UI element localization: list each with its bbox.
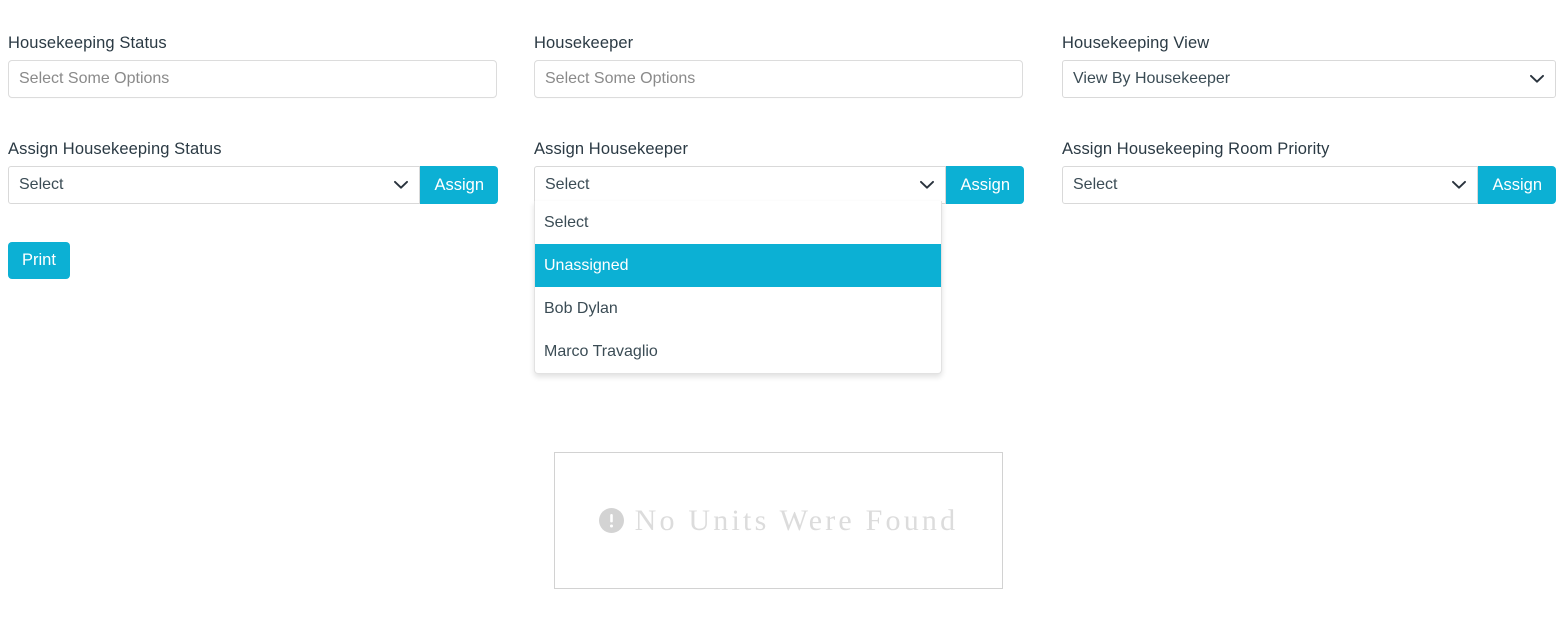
- assign-housekeeping-status-button[interactable]: Assign: [420, 166, 498, 204]
- assign-housekeeper-dropdown[interactable]: Select Unassigned Bob Dylan Marco Travag…: [534, 201, 942, 374]
- assign-housekeeping-status-field: Assign Housekeeping Status Select Assign: [8, 139, 498, 204]
- no-units-found-panel: No Units Were Found: [554, 452, 1003, 589]
- assign-housekeeper-field: Assign Housekeeper Select Assign: [534, 139, 1024, 204]
- housekeeping-view-value: View By Housekeeper: [1073, 70, 1231, 87]
- chevron-down-icon: [1452, 180, 1467, 190]
- chevron-down-icon: [394, 180, 409, 190]
- dropdown-option-select[interactable]: Select: [535, 201, 941, 244]
- assign-housekeeping-status-value: Select: [19, 176, 64, 193]
- assign-housekeeper-row: Select Assign: [534, 166, 1024, 204]
- assign-room-priority-row: Select Assign: [1062, 166, 1556, 204]
- assign-housekeeper-label: Assign Housekeeper: [534, 140, 689, 158]
- housekeeping-status-field: Housekeeping Status Select Some Options: [8, 33, 497, 98]
- dropdown-option-unassigned[interactable]: Unassigned: [535, 244, 941, 287]
- housekeeper-placeholder: Select Some Options: [545, 70, 696, 87]
- assign-housekeeping-status-row: Select Assign: [8, 166, 498, 204]
- assign-housekeeping-status-select[interactable]: Select: [8, 166, 421, 204]
- housekeeping-view-select[interactable]: View By Housekeeper: [1062, 60, 1556, 98]
- housekeeping-page: Housekeeping Status Select Some Options …: [0, 0, 1565, 642]
- assign-room-priority-select[interactable]: Select: [1062, 166, 1479, 204]
- assign-housekeeper-value: Select: [545, 176, 590, 193]
- assign-housekeeper-select[interactable]: Select: [534, 166, 947, 204]
- chevron-down-icon: [1530, 74, 1544, 84]
- housekeeping-status-label: Housekeeping Status: [8, 34, 167, 52]
- chevron-down-icon: [920, 180, 935, 190]
- assign-housekeeping-status-label: Assign Housekeeping Status: [8, 140, 222, 158]
- dropdown-option-bob-dylan[interactable]: Bob Dylan: [535, 287, 941, 330]
- assign-room-priority-button[interactable]: Assign: [1478, 166, 1556, 204]
- housekeeping-view-field: Housekeeping View View By Housekeeper: [1062, 33, 1556, 98]
- exclamation-circle-icon: [598, 508, 624, 533]
- housekeeper-label: Housekeeper: [534, 34, 634, 52]
- housekeeper-field: Housekeeper Select Some Options: [534, 33, 1023, 98]
- housekeeper-multiselect[interactable]: Select Some Options: [534, 60, 1023, 98]
- print-button[interactable]: Print: [8, 242, 70, 279]
- assign-room-priority-value: Select: [1073, 176, 1118, 193]
- no-units-found-content: No Units Were Found: [598, 503, 959, 538]
- assign-room-priority-field: Assign Housekeeping Room Priority Select…: [1062, 139, 1556, 204]
- assign-room-priority-label: Assign Housekeeping Room Priority: [1062, 140, 1330, 158]
- housekeeping-status-placeholder: Select Some Options: [19, 70, 170, 87]
- housekeeping-view-label: Housekeeping View: [1062, 34, 1210, 52]
- assign-housekeeper-button[interactable]: Assign: [946, 166, 1024, 204]
- housekeeping-status-multiselect[interactable]: Select Some Options: [8, 60, 497, 98]
- dropdown-option-marco-travaglio[interactable]: Marco Travaglio: [535, 330, 941, 373]
- no-units-found-message: No Units Were Found: [634, 503, 959, 537]
